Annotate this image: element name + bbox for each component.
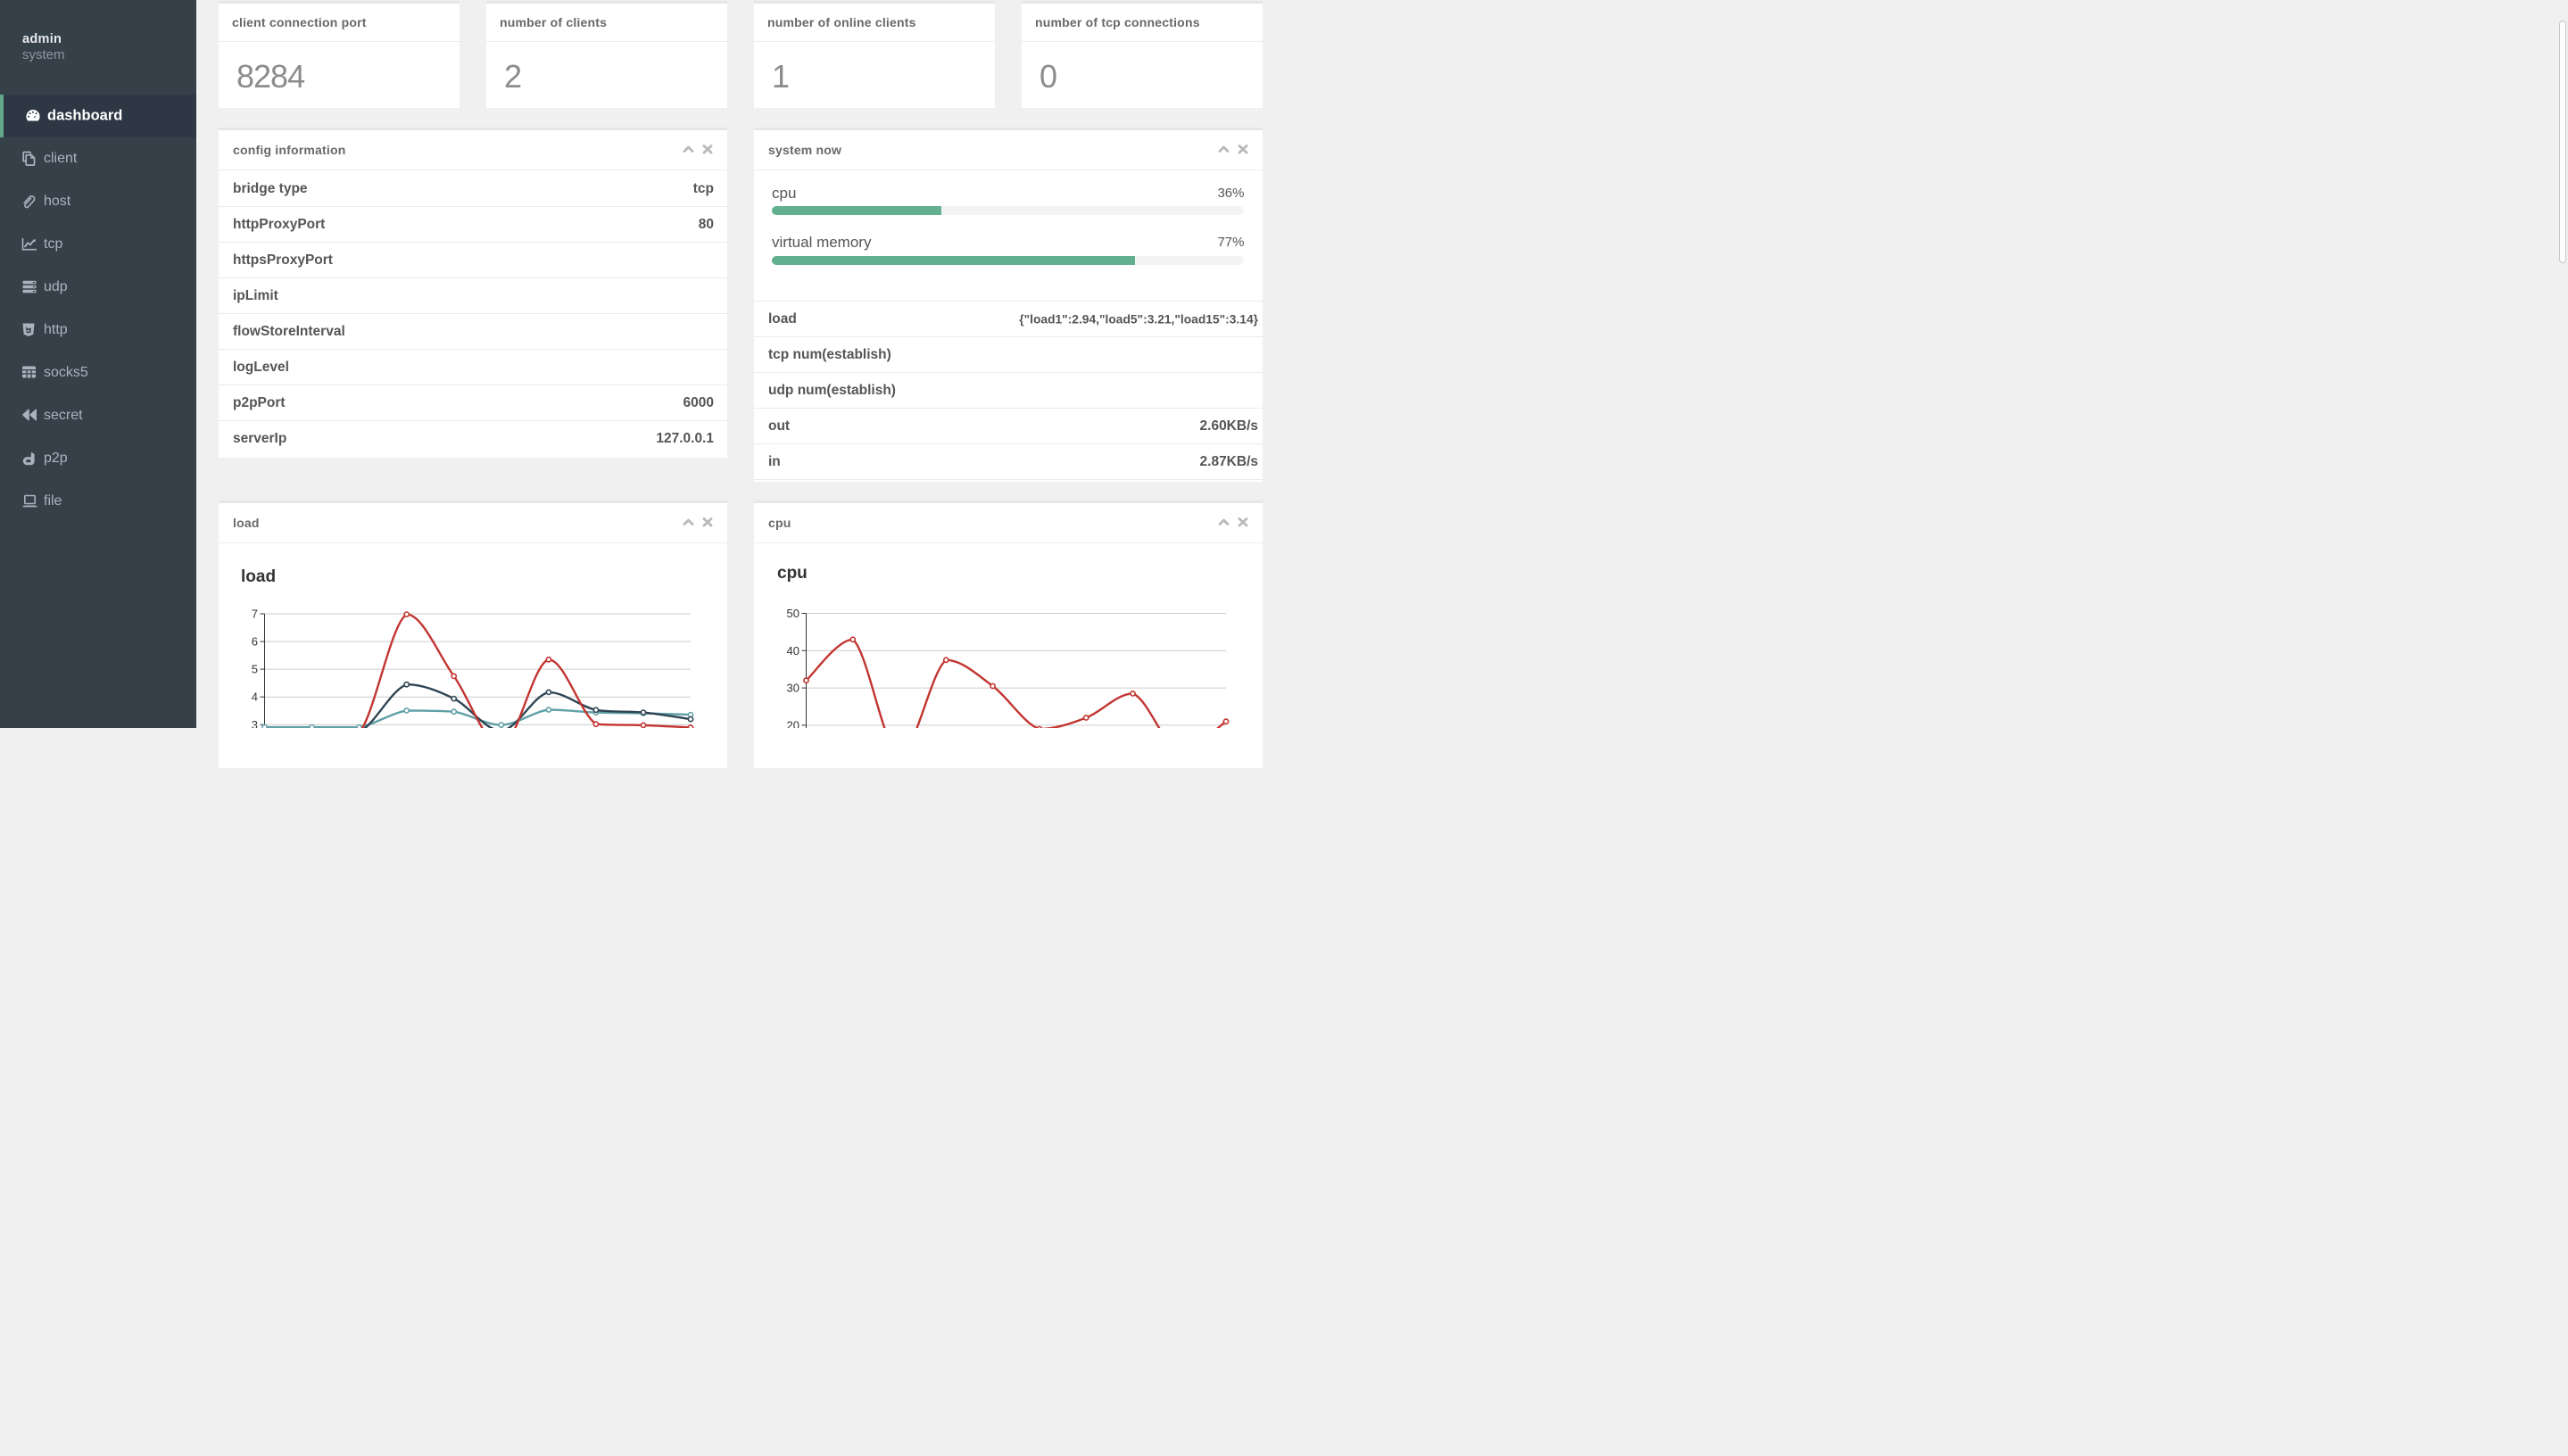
svg-text:4: 4 bbox=[252, 691, 258, 704]
svg-text:40: 40 bbox=[787, 644, 799, 658]
svg-text:7: 7 bbox=[252, 608, 258, 621]
svg-text:30: 30 bbox=[787, 682, 799, 695]
svg-text:5: 5 bbox=[252, 663, 258, 676]
svg-text:3: 3 bbox=[252, 718, 258, 728]
svg-text:50: 50 bbox=[787, 607, 799, 620]
svg-text:20: 20 bbox=[787, 718, 799, 728]
svg-text:6: 6 bbox=[252, 635, 258, 649]
